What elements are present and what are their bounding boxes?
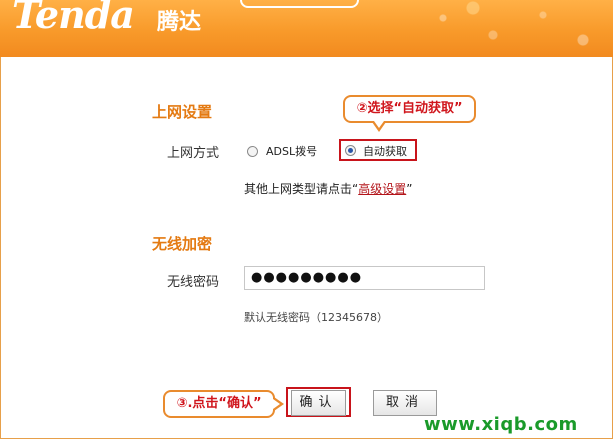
auto-obtain-radio-label[interactable]: 自动获取	[363, 143, 407, 159]
site-watermark: www.xiqb.com	[424, 414, 578, 435]
internet-settings-title: 上网设置	[152, 103, 213, 121]
callout-select-auto: ②选择“自动获取”	[343, 95, 476, 123]
connection-mode-label: 上网方式	[167, 146, 220, 161]
adsl-radio[interactable]	[247, 146, 258, 157]
wireless-password-input[interactable]: ●●●●●●●●●	[244, 266, 485, 290]
callout-click-tail-inner	[273, 399, 280, 409]
header-decoration	[413, 0, 613, 57]
page-frame	[0, 0, 613, 439]
advanced-settings-link[interactable]: 高级设置	[358, 182, 406, 196]
header-bar: Tenda 腾达	[0, 0, 613, 57]
wireless-password-label: 无线密码	[167, 275, 220, 290]
tenda-logo: Tenda	[12, 0, 135, 37]
callout-click-confirm: ③.点击“确认”	[163, 390, 275, 418]
adsl-radio-label[interactable]: ADSL拨号	[266, 143, 317, 159]
confirm-button[interactable]: 确认	[291, 390, 346, 416]
callout-select-tail-inner	[374, 121, 384, 128]
cancel-button[interactable]: 取消	[373, 390, 437, 416]
advanced-suffix: ”	[406, 182, 413, 196]
advanced-prefix: 其他上网类型请点击“	[244, 182, 359, 196]
auto-obtain-radio[interactable]	[345, 145, 356, 156]
advanced-settings-line: 其他上网类型请点击“高级设置”	[244, 180, 412, 197]
wireless-security-title: 无线加密	[152, 235, 213, 253]
tenda-logo-cn: 腾达	[157, 10, 202, 35]
default-password-hint: 默认无线密码（12345678）	[244, 311, 388, 324]
header-tab-outline	[240, 0, 359, 8]
